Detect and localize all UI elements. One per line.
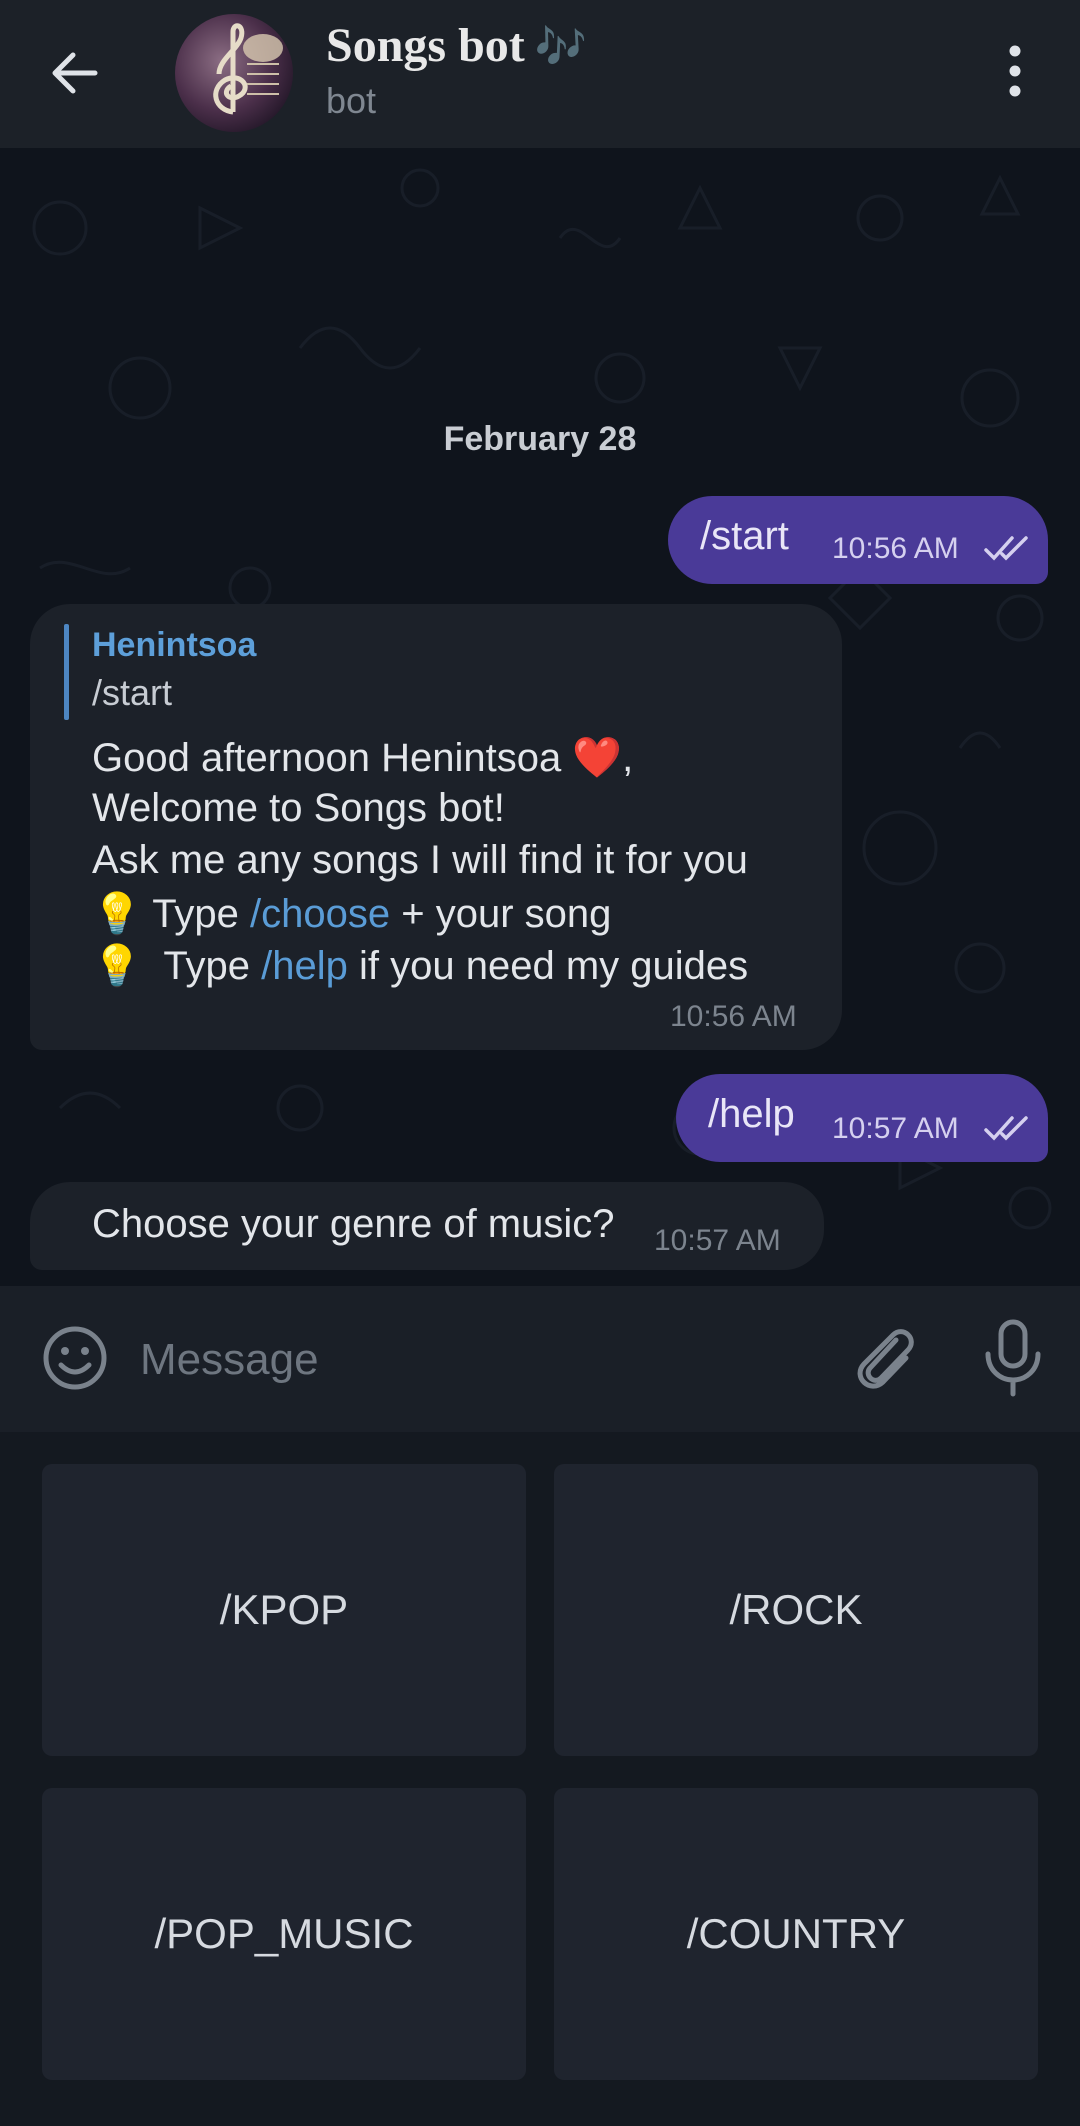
keyboard-button-kpop[interactable]: /KPOP	[42, 1464, 526, 1756]
reply-sender-name[interactable]: Henintsoa	[92, 626, 256, 665]
message-composer	[0, 1286, 1080, 1432]
chat-subtitle: bot	[326, 80, 377, 121]
help-command-link[interactable]: /help	[261, 944, 348, 988]
emoji-button[interactable]	[40, 1323, 110, 1393]
light-bulb-emoji: 💡	[92, 892, 142, 936]
reply-indicator-bar	[64, 624, 69, 720]
greeting-comma: ,	[622, 736, 634, 780]
reply-quoted-text: /start	[92, 672, 173, 713]
message-line: 💡 Type /choose + your song	[92, 890, 611, 937]
music-notes-emoji: 🎶	[534, 22, 588, 71]
microphone-icon	[985, 1319, 1041, 1397]
attach-button[interactable]	[848, 1320, 920, 1396]
light-bulb-emoji: 💡	[92, 944, 142, 988]
message-time: 10:56 AM	[670, 1000, 797, 1033]
smile-icon	[43, 1326, 107, 1390]
message-line: 💡 Type /help if you need my guides	[92, 942, 748, 989]
keyboard-button-pop-music[interactable]: /POP_MUSIC	[42, 1788, 526, 2080]
arrow-left-icon	[52, 52, 98, 94]
double-check-icon	[984, 536, 1028, 561]
message-line: Welcome to Songs bot!	[92, 786, 505, 830]
message-text: /start	[700, 514, 789, 558]
choose-command-link[interactable]: /choose	[250, 892, 390, 936]
type-text: Type	[152, 892, 239, 936]
outgoing-message[interactable]: /help 10:57 AM	[676, 1074, 1048, 1162]
bot-reply-keyboard: /KPOP /ROCK /POP_MUSIC /COUNTRY	[0, 1432, 1080, 2126]
paperclip-icon	[857, 1329, 914, 1389]
chat-area[interactable]: February 28 /start 10:56 AM Henintsoa /s…	[0, 148, 1080, 1286]
message-time: 10:56 AM	[832, 532, 959, 565]
chat-title[interactable]: Songs bot 🎶	[326, 18, 587, 73]
microphone-button[interactable]	[980, 1318, 1046, 1398]
avatar[interactable]	[175, 14, 293, 132]
back-button[interactable]	[40, 38, 110, 108]
date-separator: February 28	[443, 420, 637, 458]
more-vertical-icon	[1009, 45, 1021, 97]
double-check-icon	[984, 1116, 1028, 1141]
message-text: /help	[708, 1092, 795, 1136]
message-line: Good afternoon Henintsoa ❤️,	[92, 734, 633, 781]
outgoing-message[interactable]: /start 10:56 AM	[668, 496, 1048, 584]
more-options-button[interactable]	[980, 36, 1050, 106]
incoming-message[interactable]: Choose your genre of music? 10:57 AM	[30, 1182, 824, 1270]
instruction-text: + your song	[401, 892, 612, 936]
greeting-text: Good afternoon Henintsoa	[92, 736, 562, 780]
keyboard-button-country[interactable]: /COUNTRY	[554, 1788, 1038, 2080]
message-line: Ask me any songs I will find it for you	[92, 838, 748, 882]
message-time: 10:57 AM	[832, 1112, 959, 1145]
message-input[interactable]	[138, 1326, 782, 1394]
chat-header: Songs bot 🎶 bot	[0, 0, 1080, 148]
incoming-message[interactable]: Henintsoa /start Good afternoon Henintso…	[30, 604, 842, 1050]
heart-emoji: ❤️	[572, 736, 623, 780]
message-text: Choose your genre of music?	[92, 1202, 615, 1246]
treble-clef-avatar-icon	[175, 14, 293, 132]
type-text: Type	[163, 944, 251, 988]
keyboard-button-rock[interactable]: /ROCK	[554, 1464, 1038, 1756]
chat-title-text: Songs bot	[326, 19, 525, 72]
instruction-text: if you need my guides	[359, 944, 749, 988]
message-time: 10:57 AM	[654, 1224, 781, 1257]
